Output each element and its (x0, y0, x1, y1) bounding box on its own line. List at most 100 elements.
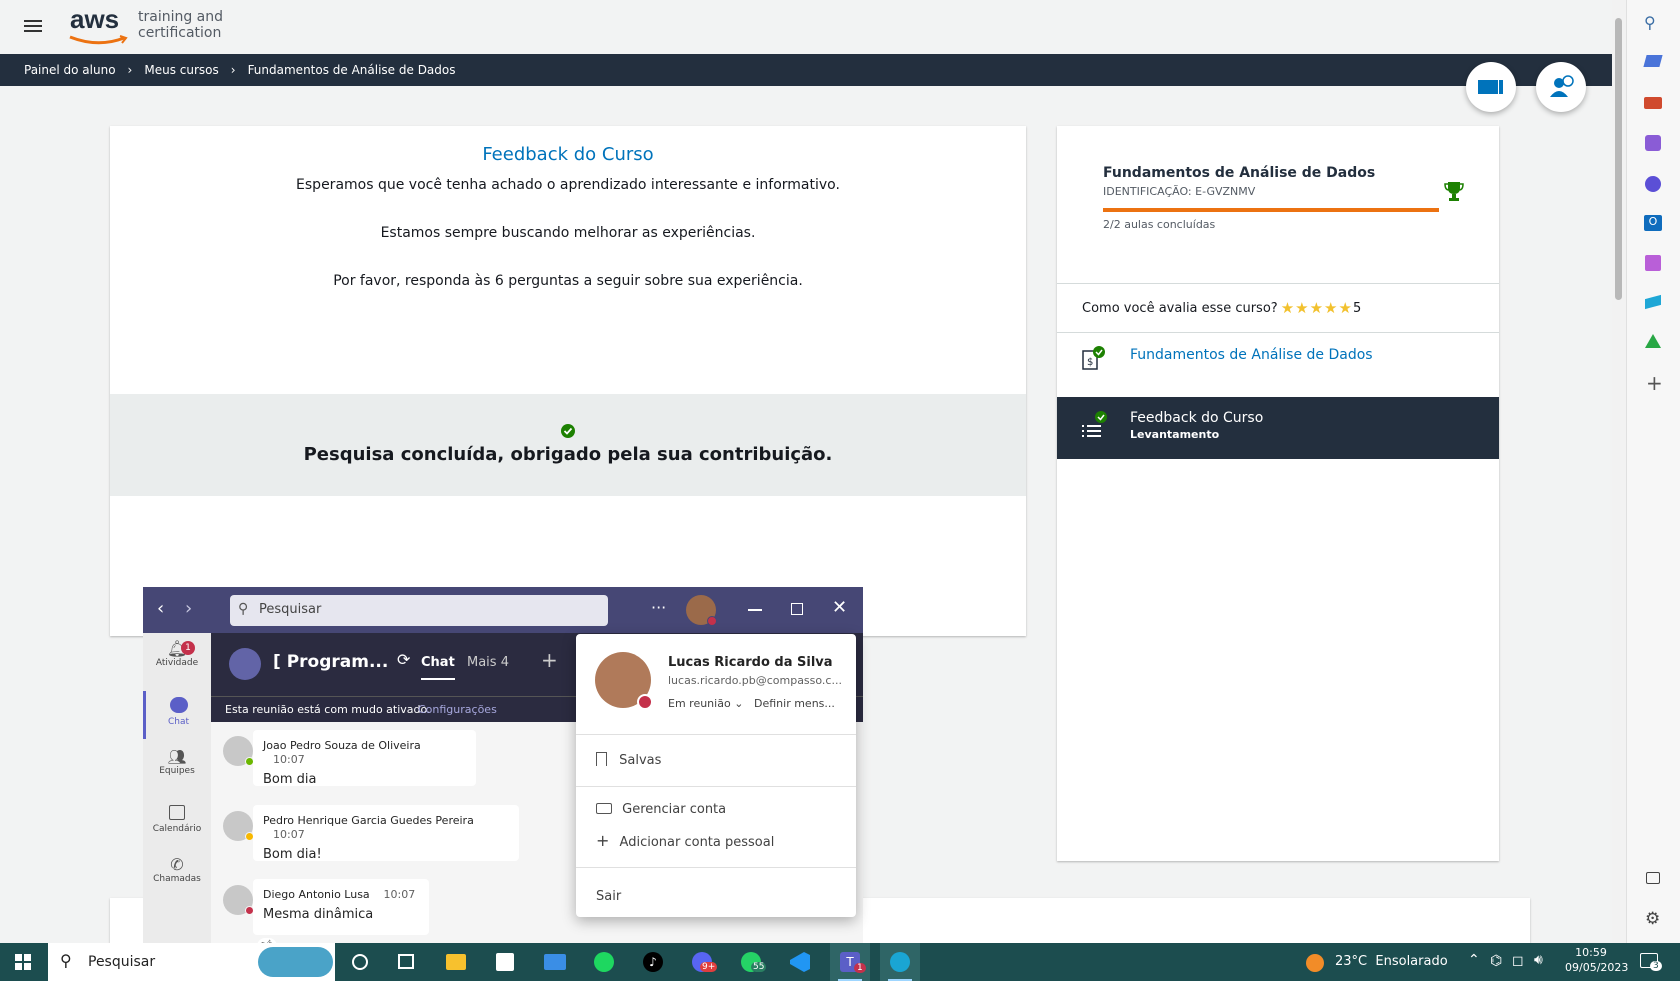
notifications-icon[interactable]: 3 (1640, 953, 1662, 971)
whatsapp-badge: 55 (751, 962, 767, 972)
tree-icon[interactable] (1645, 334, 1661, 348)
teams-badge: 1 (854, 963, 866, 973)
menu-icon[interactable] (24, 18, 44, 34)
chevron-right-icon: › (230, 63, 236, 77)
trophy-icon (1444, 182, 1464, 201)
breadcrumb-item-painel[interactable]: Painel do aluno (24, 63, 116, 77)
rating-stars[interactable]: ★★★★★ (1281, 299, 1353, 317)
page-scrollbar[interactable] (1612, 0, 1626, 943)
back-arrow-icon[interactable]: ‹ (157, 598, 164, 619)
rail-label-calls: Chamadas (153, 874, 201, 884)
avatar (223, 736, 254, 766)
course-id: IDENTIFICAÇÃO: E-GVZNMV (1103, 185, 1256, 198)
weather-icon[interactable] (1306, 954, 1324, 972)
document-check-icon: $ (1082, 346, 1105, 370)
bookmark-icon (596, 752, 607, 766)
network-icon[interactable]: ⌬ (1490, 953, 1502, 969)
minimize-icon[interactable] (748, 609, 762, 611)
whatsapp-icon[interactable]: 55 (741, 952, 767, 972)
search-icon[interactable]: ⚲ (1644, 13, 1656, 32)
message-text: Mesma dinâmica (263, 907, 374, 922)
rating-value: 5 (1352, 300, 1362, 316)
tiktok-icon[interactable]: ♪ (643, 952, 663, 972)
toolbox-icon[interactable] (1644, 97, 1662, 109)
sidebar-layout-icon[interactable] (1646, 872, 1660, 884)
breadcrumb: Painel do aluno › Meus cursos › Fundamen… (0, 54, 1612, 86)
aws-logo[interactable]: aws training and certification (68, 4, 228, 48)
feedback-line-1: Esperamos que você tenha achado o aprend… (296, 177, 840, 193)
menu-item-add-personal[interactable]: + Adicionar conta pessoal (596, 831, 774, 850)
add-icon[interactable]: + (1646, 371, 1663, 395)
task-view-icon[interactable] (398, 954, 414, 969)
module-item-course[interactable]: $ Fundamentos de Análise de Dados (1057, 333, 1499, 397)
menu-item-saved-label: Salvas (619, 753, 662, 768)
taskbar-search[interactable]: ⚲ Pesquisar (48, 943, 335, 981)
user-avatar[interactable] (686, 595, 717, 626)
profile-avatar[interactable] (595, 652, 653, 710)
edge-taskbar-icon[interactable] (880, 943, 920, 981)
module-item-feedback[interactable]: Feedback do Curso Levantamento (1057, 397, 1499, 459)
teams-titlebar: ‹ › ⚲ Pesquisar ··· ✕ (143, 587, 863, 633)
set-status-message[interactable]: Definir mens... (754, 697, 835, 710)
notifications-badge: 3 (1650, 961, 1662, 971)
spotify-icon[interactable] (594, 952, 614, 972)
tab-more[interactable]: Mais 4 (467, 655, 509, 670)
message-text: Bom dia! (263, 847, 322, 862)
forward-arrow-icon[interactable]: › (185, 598, 192, 619)
discord-badge: 9+ (700, 962, 718, 972)
rail-item-calendar[interactable]: Calendário (143, 801, 211, 847)
outlook-icon[interactable]: O (1644, 215, 1662, 231)
file-explorer-icon[interactable] (446, 954, 466, 970)
clock[interactable]: 10:59 09/05/2023 (1565, 946, 1629, 974)
weather-text[interactable]: 23°C Ensolarado (1335, 954, 1448, 969)
store-icon[interactable] (496, 953, 514, 971)
add-tab-icon[interactable]: + (541, 648, 558, 672)
more-options-icon[interactable]: ··· (651, 598, 666, 617)
vscode-icon[interactable] (790, 952, 810, 972)
menu-item-saved[interactable]: Salvas (596, 752, 661, 768)
games-icon[interactable] (1645, 135, 1661, 151)
chevron-right-icon: › (127, 63, 133, 77)
tab-chat[interactable]: Chat (421, 655, 455, 680)
chevron-up-icon[interactable]: ⌃ (1468, 952, 1480, 968)
copilot-icon[interactable] (1645, 176, 1661, 192)
rail-item-chat[interactable]: Chat (143, 691, 211, 739)
maximize-icon[interactable] (791, 603, 803, 615)
avatar (223, 885, 254, 915)
mail-icon[interactable] (544, 954, 566, 970)
windows-start-icon[interactable] (15, 954, 31, 970)
menu-item-manage-account[interactable]: Gerenciar conta (596, 802, 726, 817)
designer-icon[interactable] (1645, 255, 1661, 271)
meeting-title[interactable]: [ Program... (273, 652, 388, 672)
support-button[interactable] (1536, 62, 1586, 112)
profile-status[interactable]: Em reunião ⌄ (668, 697, 743, 710)
teams-search-placeholder: Pesquisar (259, 602, 322, 617)
phone-icon: ✆ (170, 855, 184, 874)
refresh-icon: ⟳ (397, 650, 411, 669)
cortana-icon[interactable] (352, 954, 368, 970)
volume-icon[interactable]: 🔊︎ (1534, 952, 1543, 968)
feedback-line-2: Estamos sempre buscando melhorar as expe… (380, 225, 756, 241)
breadcrumb-item-meus-cursos[interactable]: Meus cursos (144, 63, 218, 77)
video-button[interactable] (1466, 62, 1516, 112)
rail-item-teams[interactable]: 👥︎ Equipes (143, 747, 211, 793)
close-icon[interactable]: ✕ (832, 597, 847, 618)
rail-item-calls[interactable]: ✆ Chamadas (143, 855, 211, 901)
id-card-icon (596, 803, 612, 814)
mute-settings-link[interactable]: Configurações (418, 703, 497, 716)
rail-item-activity[interactable]: 🔔︎ 1 Atividade (143, 639, 211, 685)
tag-icon[interactable] (1643, 55, 1663, 67)
menu-item-signout[interactable]: Sair (596, 889, 621, 904)
send-icon[interactable] (1645, 294, 1661, 310)
clock-date: 09/05/2023 (1565, 961, 1629, 974)
discord-icon[interactable]: 9+ (692, 952, 718, 972)
teams-taskbar-icon[interactable]: T 1 (830, 943, 870, 981)
breadcrumb-item-course[interactable]: Fundamentos de Análise de Dados (248, 63, 456, 77)
check-circle-icon (561, 424, 575, 438)
message-author: Diego Antonio Lusa (263, 888, 370, 901)
rail-label-calendar: Calendário (152, 824, 202, 834)
teams-search-input[interactable]: ⚲ Pesquisar (230, 595, 608, 626)
wifi-icon[interactable]: ◻ (1512, 953, 1524, 969)
message-time: 10:07 (273, 753, 305, 766)
settings-gear-icon[interactable]: ⚙ (1645, 909, 1660, 929)
